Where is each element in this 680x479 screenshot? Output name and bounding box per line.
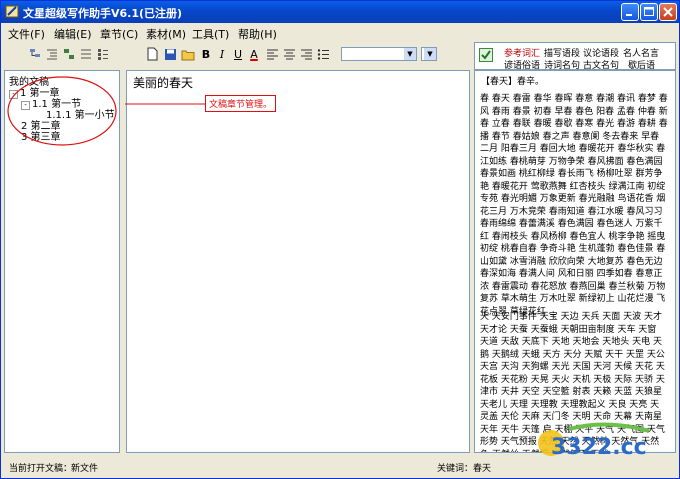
close-icon <box>663 7 673 17</box>
chevron-down-icon: ▼ <box>424 48 436 60</box>
maximize-button[interactable] <box>640 3 658 21</box>
menu-bar: 文件(F) 编辑(E) 章节(C) 素材(M) 工具(T) 帮助(H) <box>1 23 679 41</box>
menu-help[interactable]: 帮助(H) <box>238 26 277 42</box>
font-size-select[interactable]: ▼ <box>421 47 437 61</box>
folder-icon <box>181 50 195 60</box>
open-button[interactable] <box>181 46 195 62</box>
move-icon <box>64 49 74 59</box>
check-icon[interactable] <box>479 48 493 62</box>
reference-heading: 【春天】春辛。 <box>481 77 545 87</box>
minimize-button[interactable] <box>621 3 639 21</box>
annotation-ellipse <box>7 76 117 146</box>
reference-words-block-1: 春 春天 春雷 春华 春晖 春意 春潮 春讯 春梦 春风 春雨 春景 初春 早春… <box>480 94 668 317</box>
watermark-logo: 3322.cc <box>533 421 673 465</box>
bullets-button[interactable] <box>316 46 330 62</box>
editor-area[interactable]: 美丽的春天 文稿章节管理。 <box>125 70 470 453</box>
app-icon <box>5 5 19 18</box>
move-node-button[interactable] <box>62 46 76 62</box>
bold-button[interactable]: B <box>199 46 213 62</box>
save-icon <box>164 48 176 60</box>
annotation-line <box>125 103 205 105</box>
editor-toolbar: B I U A ▼ ▼ <box>139 42 469 70</box>
menu-chapter[interactable]: 章节(C) <box>100 26 138 42</box>
close-button[interactable] <box>659 3 677 21</box>
window-title: 文星超级写作助手V6.1(已注册) <box>23 7 183 20</box>
reference-panel[interactable]: 【春天】春辛。 春 春天 春雷 春华 春晖 春意 春潮 春讯 春梦 春风 春雨 … <box>474 70 676 453</box>
indent-icon <box>47 49 57 60</box>
watermark-text: 3322.cc <box>551 435 647 460</box>
align-center-icon <box>283 49 295 60</box>
keyword-label: 关键词： <box>437 464 474 474</box>
list-detail-icon <box>98 49 108 60</box>
font-color-button[interactable]: A <box>247 46 261 62</box>
chevron-down-icon: ▼ <box>404 48 416 60</box>
italic-button[interactable]: I <box>215 46 229 62</box>
maximize-icon <box>644 7 654 16</box>
font-name-select[interactable]: ▼ <box>341 47 417 61</box>
add-chapter-button[interactable] <box>28 46 42 62</box>
main-window: 文星超级写作助手V6.1(已注册) 文件(F) 编辑(E) 章节(C) 素材(M… <box>0 0 680 479</box>
menu-edit[interactable]: 编辑(E) <box>54 26 92 42</box>
document-title: 美丽的春天 <box>133 76 194 90</box>
add-subchapter-button[interactable] <box>45 46 59 62</box>
minimize-icon <box>626 14 632 16</box>
align-left-icon <box>266 49 278 60</box>
title-bar[interactable]: 文星超级写作助手V6.1(已注册) <box>1 1 679 23</box>
delete-node-button[interactable] <box>96 46 110 62</box>
underline-button[interactable]: U <box>231 46 245 62</box>
menu-material[interactable]: 素材(M) <box>146 26 186 42</box>
align-right-button[interactable] <box>299 46 313 62</box>
annotation-label: 文稿章节管理。 <box>205 95 277 112</box>
open-doc-name: 新文件 <box>71 464 99 474</box>
list-icon <box>81 49 91 59</box>
save-button[interactable] <box>163 46 177 62</box>
new-doc-button[interactable] <box>145 46 159 62</box>
open-doc-label: 当前打开文稿： <box>9 464 73 474</box>
bullet-list-icon <box>317 49 329 60</box>
add-node-icon <box>30 49 40 57</box>
list-button[interactable] <box>79 46 93 62</box>
menu-tools[interactable]: 工具(T) <box>192 26 229 42</box>
menu-file[interactable]: 文件(F) <box>8 26 45 42</box>
chapter-tree: 我的文稿 -1 第一章 -1.1 第一节 1.1.1 第一小节 2 第二章 3 … <box>4 70 120 453</box>
keyword-value: 春天 <box>473 464 492 474</box>
tree-toolbar <box>4 42 120 70</box>
reference-tabs: 参考词汇 描写语段 议论语段 名人名言 谚语俗语 诗词名句 古文名句 歇后语 <box>474 42 676 71</box>
align-right-icon <box>300 49 312 60</box>
align-left-button[interactable] <box>265 46 279 62</box>
new-file-icon <box>147 47 157 61</box>
align-center-button[interactable] <box>282 46 296 62</box>
